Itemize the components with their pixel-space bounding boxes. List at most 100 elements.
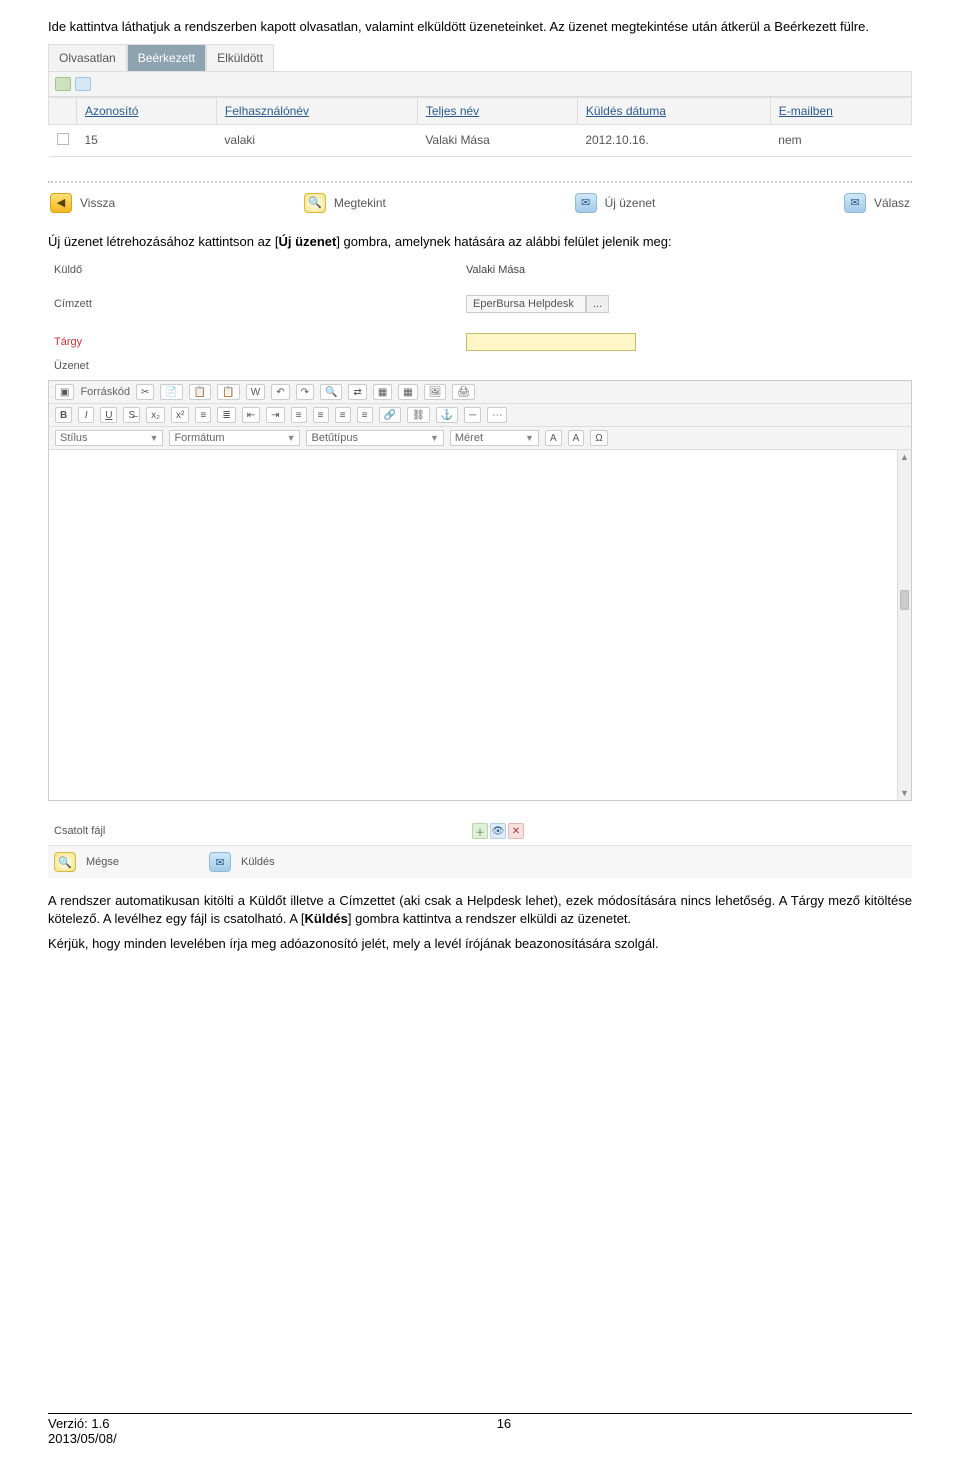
print-icon[interactable]: 🖨 [452,384,475,400]
outdent-icon[interactable]: ⇤ [242,407,260,423]
find-icon[interactable]: 🔍 [320,384,342,400]
cut-icon[interactable]: ✂ [136,384,154,400]
align-center-icon[interactable]: ≡ [313,407,329,423]
recipient-browse-button[interactable]: ... [586,295,609,313]
table-row[interactable]: 15 valaki Valaki Mása 2012.10.16. nem [49,124,912,156]
paragraph-taxid: Kérjük, hogy minden levelében írja meg a… [48,935,912,953]
grid-iconbar [48,71,912,97]
page-footer: Verzió: 1.6 2013/05/08/ 16 [48,1413,912,1446]
table-icon[interactable]: ▦ [398,384,417,400]
send-button[interactable]: Küldés [241,856,275,868]
reply-icon[interactable] [844,193,866,213]
source-button[interactable]: ▣ [55,384,74,400]
cancel-button[interactable]: Mégse [86,856,119,868]
back-icon[interactable] [50,193,72,213]
new-message-icon[interactable] [575,193,597,213]
subject-input[interactable] [466,333,636,351]
numlist-icon[interactable]: ≡ [195,407,211,423]
footer-page-number: 16 [497,1416,511,1446]
attach-add-icon[interactable]: ＋ [472,823,488,839]
new-message-label[interactable]: Új üzenet [605,196,656,210]
redo-icon[interactable]: ↷ [296,384,314,400]
size-select[interactable]: Méret▼ [450,430,539,446]
copy-icon[interactable]: 📄 [160,384,182,400]
more-icon[interactable]: ⋯ [487,407,507,423]
action-bar: Vissza Megtekint Új üzenet Válasz [48,187,912,219]
pager-icon[interactable] [75,77,91,91]
hr-icon[interactable]: ─ [464,407,481,423]
view-label[interactable]: Megtekint [334,196,386,210]
underline-icon[interactable]: U [100,407,117,423]
toolbar-row-3: Stílus▼ Formátum▼ Betűtípus▼ Méret▼ A A … [49,427,911,450]
reply-label[interactable]: Válasz [874,196,910,210]
style-select[interactable]: Stílus▼ [55,430,163,446]
col-id[interactable]: Azonosító [77,97,217,124]
sub-icon[interactable]: x₂ [146,407,165,423]
col-email[interactable]: E-mailben [770,97,911,124]
row-checkbox[interactable] [57,133,69,145]
bg-color-icon[interactable]: A [568,430,585,446]
col-date[interactable]: Küldés dátuma [577,97,770,124]
tab-unread[interactable]: Olvasatlan [48,44,127,71]
recipient-label: Címzett [48,298,92,310]
special-char-icon[interactable]: Ω [590,430,607,446]
cell-email: nem [770,124,911,156]
editor-body[interactable]: ▲ ▼ [49,450,911,800]
attach-remove-icon[interactable]: ✕ [508,823,524,839]
body-label: Üzenet [48,360,89,372]
tabs-row: Olvasatlan Beérkezett Elküldött [48,44,912,71]
indent-icon[interactable]: ⇥ [266,407,284,423]
cancel-icon[interactable] [54,852,76,872]
unlink-icon[interactable]: ⛓ [407,407,430,423]
selectall-icon[interactable]: ▦ [373,384,392,400]
scroll-down-icon[interactable]: ▼ [898,786,911,800]
col-user[interactable]: Felhasználónév [216,97,417,124]
sup-icon[interactable]: x² [171,407,189,423]
font-select[interactable]: Betűtípus▼ [306,430,443,446]
compose-form-screenshot: Küldő Valaki Mása Címzett EperBursa Help… [48,258,912,878]
tab-inbox[interactable]: Beérkezett [127,44,206,71]
anchor-icon[interactable]: ⚓ [436,407,458,423]
strike-icon[interactable]: S̶ [123,407,140,423]
format-select[interactable]: Formátum▼ [169,430,300,446]
send-icon[interactable] [209,852,231,872]
align-left-icon[interactable]: ≡ [291,407,307,423]
align-right-icon[interactable]: ≡ [335,407,351,423]
image-icon[interactable]: 🖼 [424,384,447,400]
scroll-up-icon[interactable]: ▲ [898,450,911,464]
bold-icon[interactable]: B [55,407,72,423]
col-select [49,97,77,124]
recipient-value: EperBursa Helpdesk [466,295,586,313]
undo-icon[interactable]: ↶ [271,384,289,400]
view-icon[interactable] [304,193,326,213]
message-list-screenshot: Olvasatlan Beérkezett Elküldött Azonosít… [48,44,912,219]
footer-date: 2013/05/08/ [48,1431,117,1446]
replace-icon[interactable]: ⇄ [348,384,366,400]
recipient-picker: EperBursa Helpdesk ... [466,295,609,313]
p2-a: Új üzenet létrehozásához kattintson az [ [48,234,279,249]
cell-user: valaki [216,124,417,156]
paragraph-new-message: Új üzenet létrehozásához kattintson az [… [48,233,912,251]
paragraph-intro: Ide kattintva láthatjuk a rendszerben ka… [48,18,912,36]
back-label[interactable]: Vissza [80,196,115,210]
attach-view-icon[interactable]: 👁 [490,823,506,839]
text-color-icon[interactable]: A [545,430,562,446]
toolbar-row-2: B I U S̶ x₂ x² ≡ ≣ ⇤ ⇥ ≡ ≡ ≡ ≡ 🔗 ⛓ ⚓ ─ ⋯ [49,404,911,427]
align-justify-icon[interactable]: ≡ [357,407,373,423]
export-excel-icon[interactable] [55,77,71,91]
source-label[interactable]: Forráskód [80,386,130,398]
bullist-icon[interactable]: ≣ [217,407,235,423]
italic-icon[interactable]: I [78,407,94,423]
compose-action-bar: Mégse Küldés [48,845,912,878]
scroll-thumb[interactable] [900,590,909,610]
subject-label: Tárgy [48,336,82,348]
editor-scrollbar[interactable]: ▲ ▼ [897,450,911,800]
paste-word-icon[interactable]: W [246,384,265,400]
col-name[interactable]: Teljes név [417,97,577,124]
cell-name: Valaki Mása [417,124,577,156]
link-icon[interactable]: 🔗 [379,407,401,423]
paste-icon[interactable]: 📋 [189,384,211,400]
sender-label: Küldő [48,264,82,276]
tab-sent[interactable]: Elküldött [206,44,274,71]
paste-text-icon[interactable]: 📋 [217,384,239,400]
